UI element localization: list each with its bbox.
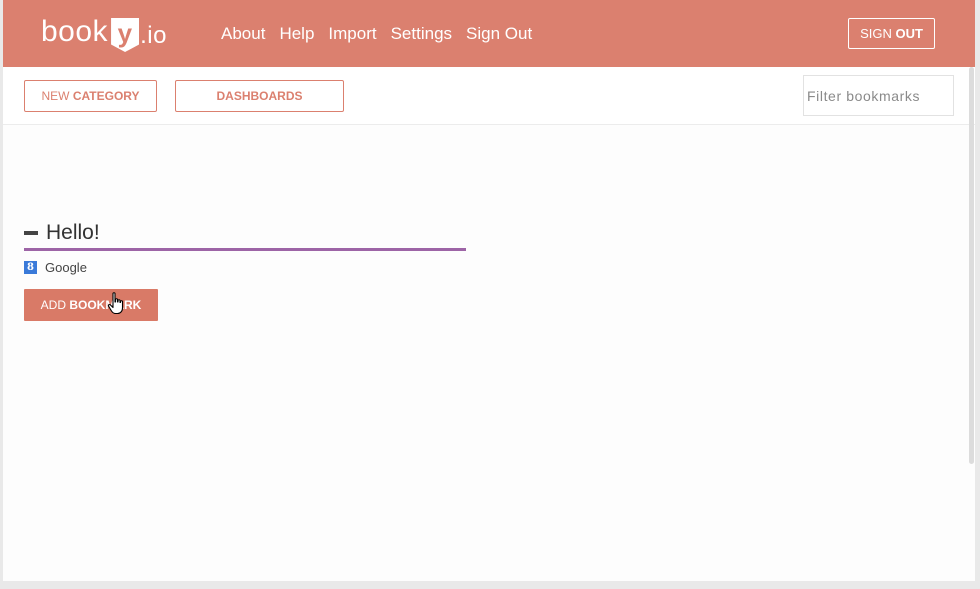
app-viewport: book y .io About Help Import Settings Sign… [3,0,975,581]
new-category-button[interactable]: NEW CATEGORY [24,80,157,112]
sign-out-button-label-light: SIGN [860,26,896,41]
nav-import-link[interactable]: Import [328,22,376,46]
new-category-label-light: NEW [41,89,73,103]
nav-help-link[interactable]: Help [279,22,314,46]
main-nav: About Help Import Settings Sign Out [221,22,546,46]
category-header: Hello! [24,219,466,251]
minus-icon[interactable] [24,231,38,235]
logo-text-io: .io [140,22,167,49]
category-hello: Hello! 8 Google ADD BOOKMARK [24,219,466,321]
dashboards-button[interactable]: DASHBOARDS [175,80,344,112]
bookmark-label[interactable]: Google [45,260,87,276]
add-bookmark-label-light: ADD [40,298,70,312]
add-bookmark-label-bold: BOOKMARK [69,298,142,312]
new-category-label-bold: CATEGORY [72,89,140,103]
nav-signout-link[interactable]: Sign Out [466,22,532,46]
page-scrollbar[interactable] [969,67,974,464]
add-bookmark-button[interactable]: ADD BOOKMARK [24,289,158,321]
toolbar: NEW CATEGORY DASHBOARDS [3,67,975,125]
bookmark-item[interactable]: 8 Google [24,260,466,278]
google-favicon-icon: 8 [24,261,37,274]
top-navbar: book y .io About Help Import Settings Sign… [3,0,975,67]
logo-text-book: book [41,15,109,48]
sign-out-button-label-bold: OUT [895,26,923,41]
booky-logo[interactable]: book y .io [41,12,167,60]
logo-y-badge-icon: y [111,18,140,52]
sign-out-button[interactable]: SIGN OUT [848,18,935,49]
hand-pointer-cursor-icon [107,292,124,315]
category-title[interactable]: Hello! [46,219,100,247]
nav-about-link[interactable]: About [221,22,265,46]
nav-settings-link[interactable]: Settings [391,22,452,46]
filter-bookmarks-input[interactable] [803,75,954,116]
